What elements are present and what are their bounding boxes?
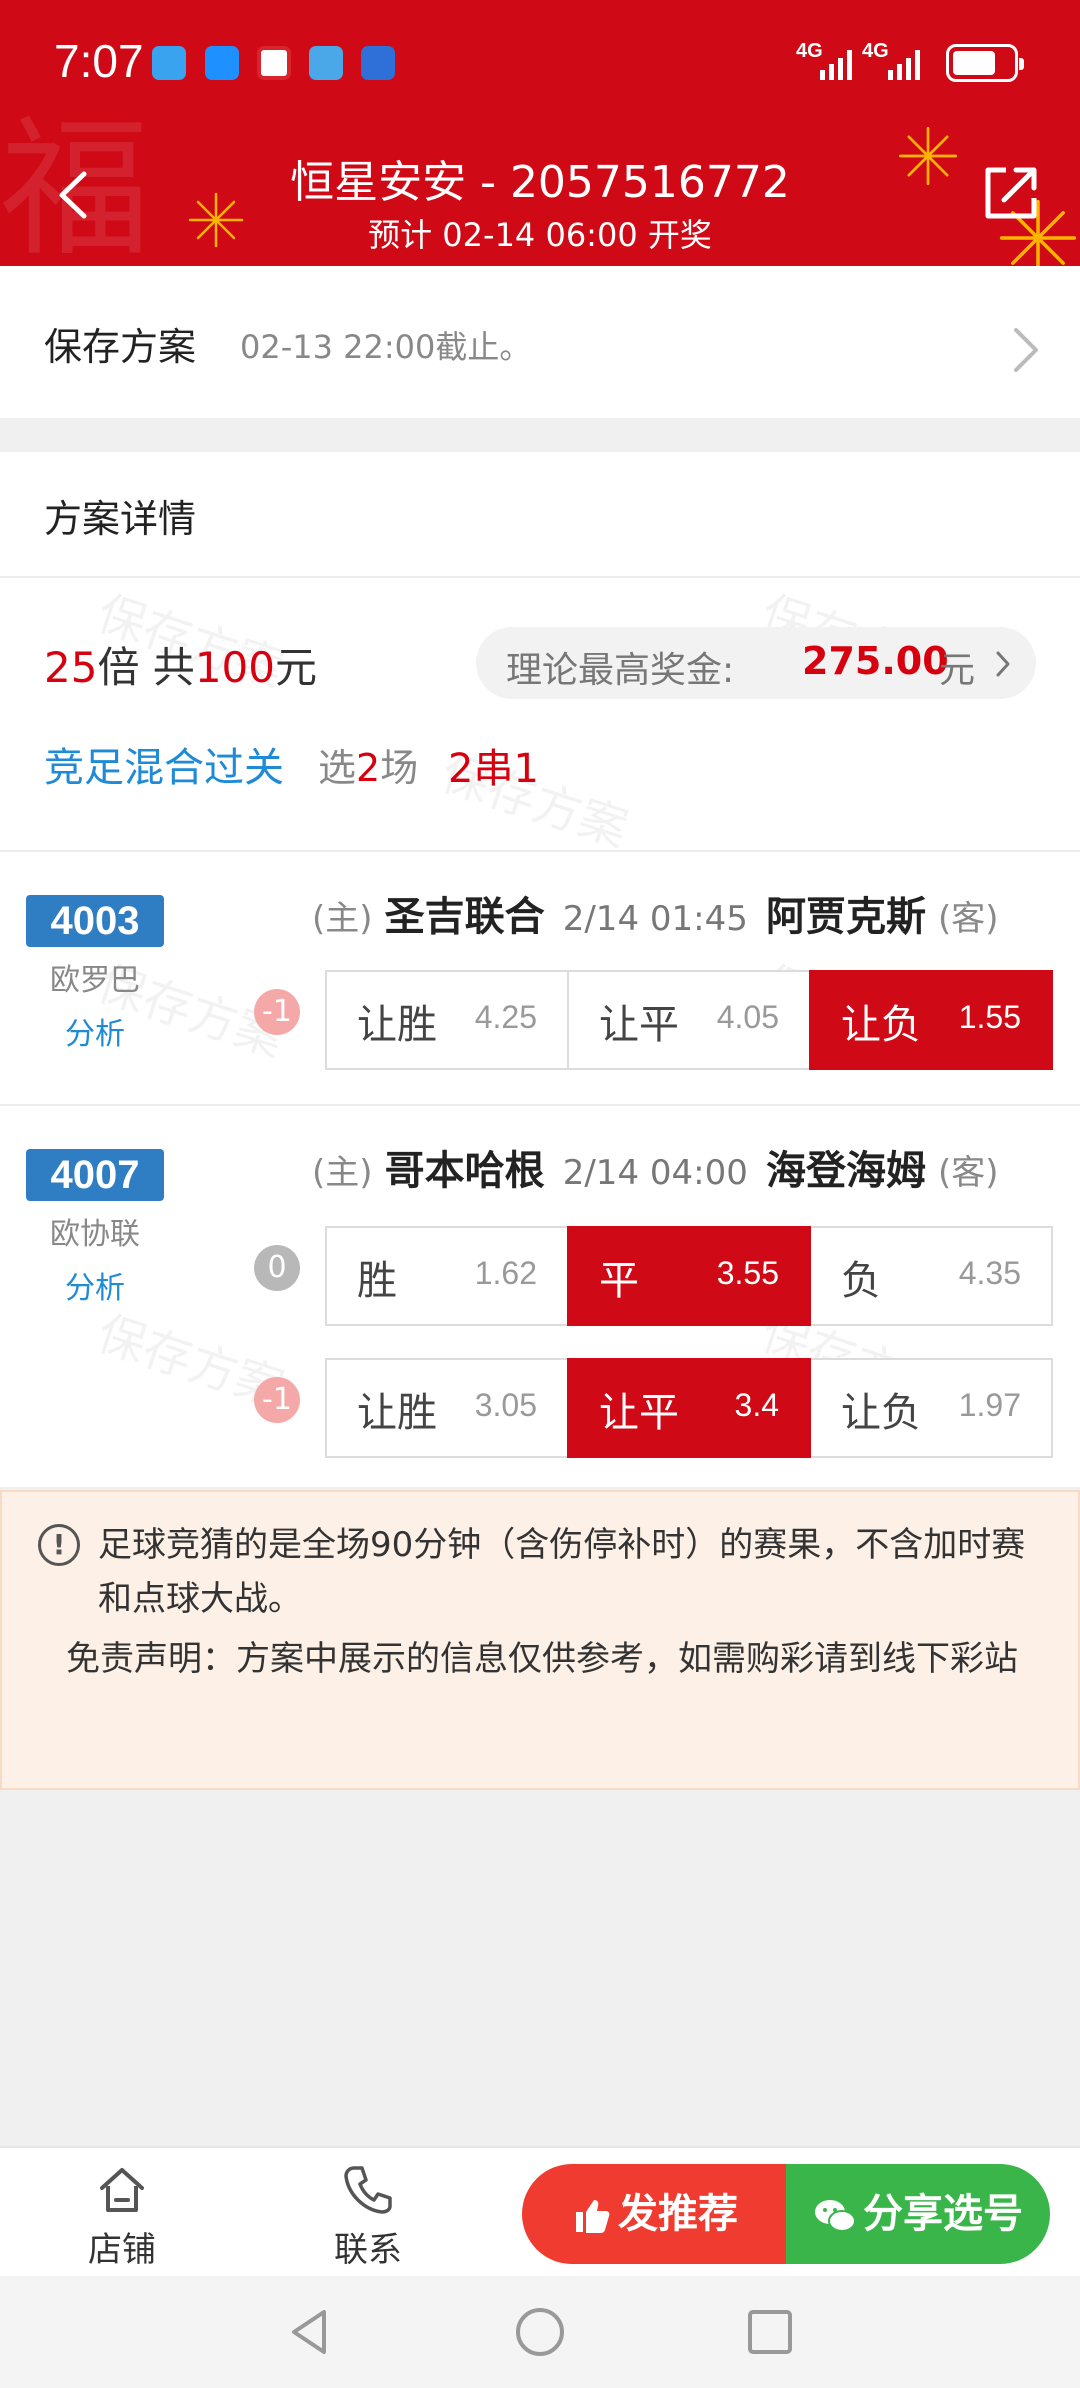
notice-box: ! 足球竞猜的是全场90分钟（含伤停补时）的赛果，不含加时赛和点球大战。 免责声…: [0, 1490, 1080, 1790]
chevron-right-icon: [996, 651, 1010, 677]
odds-option-selected[interactable]: 平 3.55: [567, 1226, 811, 1326]
odds-option-selected[interactable]: 让平 3.4: [567, 1358, 811, 1458]
wechat-icon: [815, 2200, 856, 2232]
app-header: 福 7:07 4G 4G 恒星安安 - 2057516772 预计 02-14 …: [0, 0, 1080, 266]
shop-label: 店铺: [88, 2230, 156, 2270]
handicap-badge: -1: [254, 989, 300, 1035]
nav-back-icon[interactable]: [280, 2302, 340, 2362]
nav-home-icon[interactable]: [510, 2302, 570, 2362]
page-title: 恒星安安 - 2057516772: [290, 157, 790, 208]
handicap-badge: 0: [254, 1245, 300, 1291]
clock: 7:07: [54, 35, 144, 87]
odds-option[interactable]: 负 4.35: [809, 1226, 1053, 1326]
network-type-label: 4G: [862, 40, 889, 62]
home-team: 哥本哈根: [384, 1148, 545, 1194]
divider: [0, 576, 1080, 578]
analysis-link[interactable]: 分析: [26, 1009, 164, 1053]
signal-strength-icon: [820, 50, 852, 80]
disclaimer-text: 免责声明：方案中展示的信息仅供参考，如需购彩请到线下彩站: [66, 1639, 1018, 1679]
home-team: 圣吉联合: [384, 894, 545, 940]
odds-row: 让胜 3.05 让平 3.4 让负 1.97: [325, 1358, 1053, 1458]
max-prize-button[interactable]: 理论最高奖金: 275.00 元: [476, 627, 1036, 699]
bulb-app-icon: [361, 46, 395, 80]
thumbs-up-icon: [576, 2200, 610, 2233]
divider: [0, 850, 1080, 852]
deadline-note: 02-13 22:00截止。: [240, 328, 532, 366]
contact-label: 联系: [334, 2230, 402, 2270]
play-type: 竞足混合过关: [44, 745, 284, 791]
odds-option-selected[interactable]: 让负 1.55: [809, 970, 1053, 1070]
system-nav-bar: [0, 2276, 1080, 2388]
status-bar: 7:07 4G 4G: [0, 0, 1080, 120]
match-time: 2/14 04:00: [562, 1153, 748, 1193]
chevron-right-icon: [1014, 328, 1038, 372]
save-plan-title: 保存方案: [44, 325, 197, 369]
away-team: 阿贾克斯: [765, 894, 926, 940]
info-icon: !: [38, 1524, 80, 1566]
section-title: 方案详情: [44, 497, 197, 541]
share-button[interactable]: [976, 158, 1046, 228]
shop-tab[interactable]: 店铺: [52, 2162, 192, 2271]
away-team: 海登海姆: [765, 1148, 926, 1194]
draw-time: 预计 02-14 06:00 开奖: [368, 216, 712, 254]
pass-type: 2串1: [448, 746, 539, 792]
nav-recents-icon[interactable]: [740, 2302, 800, 2362]
news-app-icon: [257, 46, 291, 80]
league-name: 欧罗巴: [50, 963, 140, 998]
notification-icon: [152, 46, 186, 80]
odds-option[interactable]: 让负 1.97: [809, 1358, 1053, 1458]
weather-app-icon: [309, 46, 343, 80]
odds-option[interactable]: 让胜 4.25: [325, 970, 569, 1070]
league-name: 欧协联: [50, 1217, 140, 1252]
share-picks-button[interactable]: 分享选号: [786, 2164, 1050, 2264]
odds-row: 胜 1.62 平 3.55 负 4.35: [325, 1226, 1053, 1326]
share-icon: [985, 167, 1037, 219]
match-teams: (主) 哥本哈根 2/14 04:00 海登海姆 (客): [312, 1148, 999, 1194]
contact-tab[interactable]: 联系: [298, 2162, 438, 2271]
bottom-action-bar: 店铺 联系 发推荐 分享选号: [0, 2146, 1080, 2276]
bet-multiple: 25倍 共100元: [44, 643, 317, 692]
match-teams: (主) 圣吉联合 2/14 01:45 阿贾克斯 (客): [312, 894, 999, 940]
odds-row: 让胜 4.25 让平 4.05 让负 1.55: [325, 970, 1053, 1070]
network-type-label: 4G: [796, 40, 823, 62]
pick-count: 选2场: [318, 746, 419, 790]
phone-icon: [344, 2166, 392, 2214]
odds-option[interactable]: 让胜 3.05: [325, 1358, 569, 1458]
match-number: 4003: [26, 895, 164, 947]
battery-icon: [946, 44, 1024, 82]
message-icon: [205, 46, 239, 80]
max-prize-amount: 275.00: [802, 639, 949, 683]
save-plan-row[interactable]: 保存方案 02-13 22:00截止。: [0, 266, 1080, 418]
rule-text: 足球竞猜的是全场90分钟（含伤停补时）的赛果，不含加时赛和点球大战。: [98, 1525, 1026, 1619]
odds-option[interactable]: 让平 4.05: [567, 970, 811, 1070]
shop-icon: [100, 2168, 144, 2212]
signal-strength-icon: [888, 50, 920, 80]
recommend-button[interactable]: 发推荐: [522, 2164, 788, 2264]
handicap-badge: -1: [254, 1377, 300, 1423]
match-time: 2/14 01:45: [562, 899, 748, 939]
odds-option[interactable]: 胜 1.62: [325, 1226, 569, 1326]
plan-detail-card: 保存方案 保存方案 保存方案 保存方案 保存方案 保存方案 保存方案 方案详情 …: [0, 452, 1080, 1487]
analysis-link[interactable]: 分析: [26, 1263, 164, 1307]
divider: [0, 1104, 1080, 1106]
match-number: 4007: [26, 1149, 164, 1201]
